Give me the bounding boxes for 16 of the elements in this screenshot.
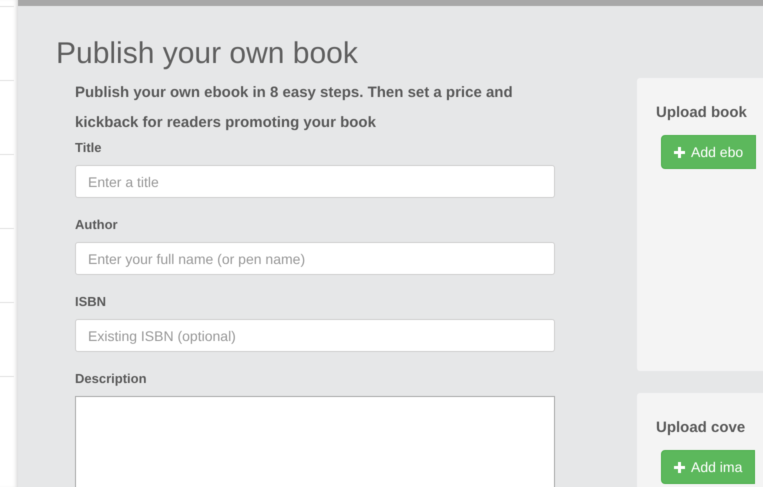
- plus-icon: [674, 146, 685, 158]
- plus-icon: [674, 462, 685, 472]
- card-title: Upload book: [656, 103, 747, 123]
- card-title: Upload cove: [656, 418, 746, 438]
- field-label: Author: [75, 216, 118, 234]
- add-button[interactable]: Add ebo: [661, 135, 756, 169]
- text-input[interactable]: Enter a title: [75, 165, 555, 198]
- field-label: Description: [75, 370, 147, 388]
- text-input[interactable]: Existing ISBN (optional): [75, 319, 555, 352]
- intro-text: Publish your own ebook in 8 easy steps. Then set a price and kickback for readers promoting your book: [75, 83, 514, 133]
- text-input[interactable]: Enter your full name (or pen name): [75, 242, 555, 275]
- page-title: Publish your own book: [56, 36, 358, 72]
- field-label: Title: [75, 139, 102, 157]
- add-button[interactable]: Add ima: [661, 450, 756, 484]
- field-label: ISBN: [75, 293, 106, 311]
- description-field[interactable]: [75, 396, 555, 487]
